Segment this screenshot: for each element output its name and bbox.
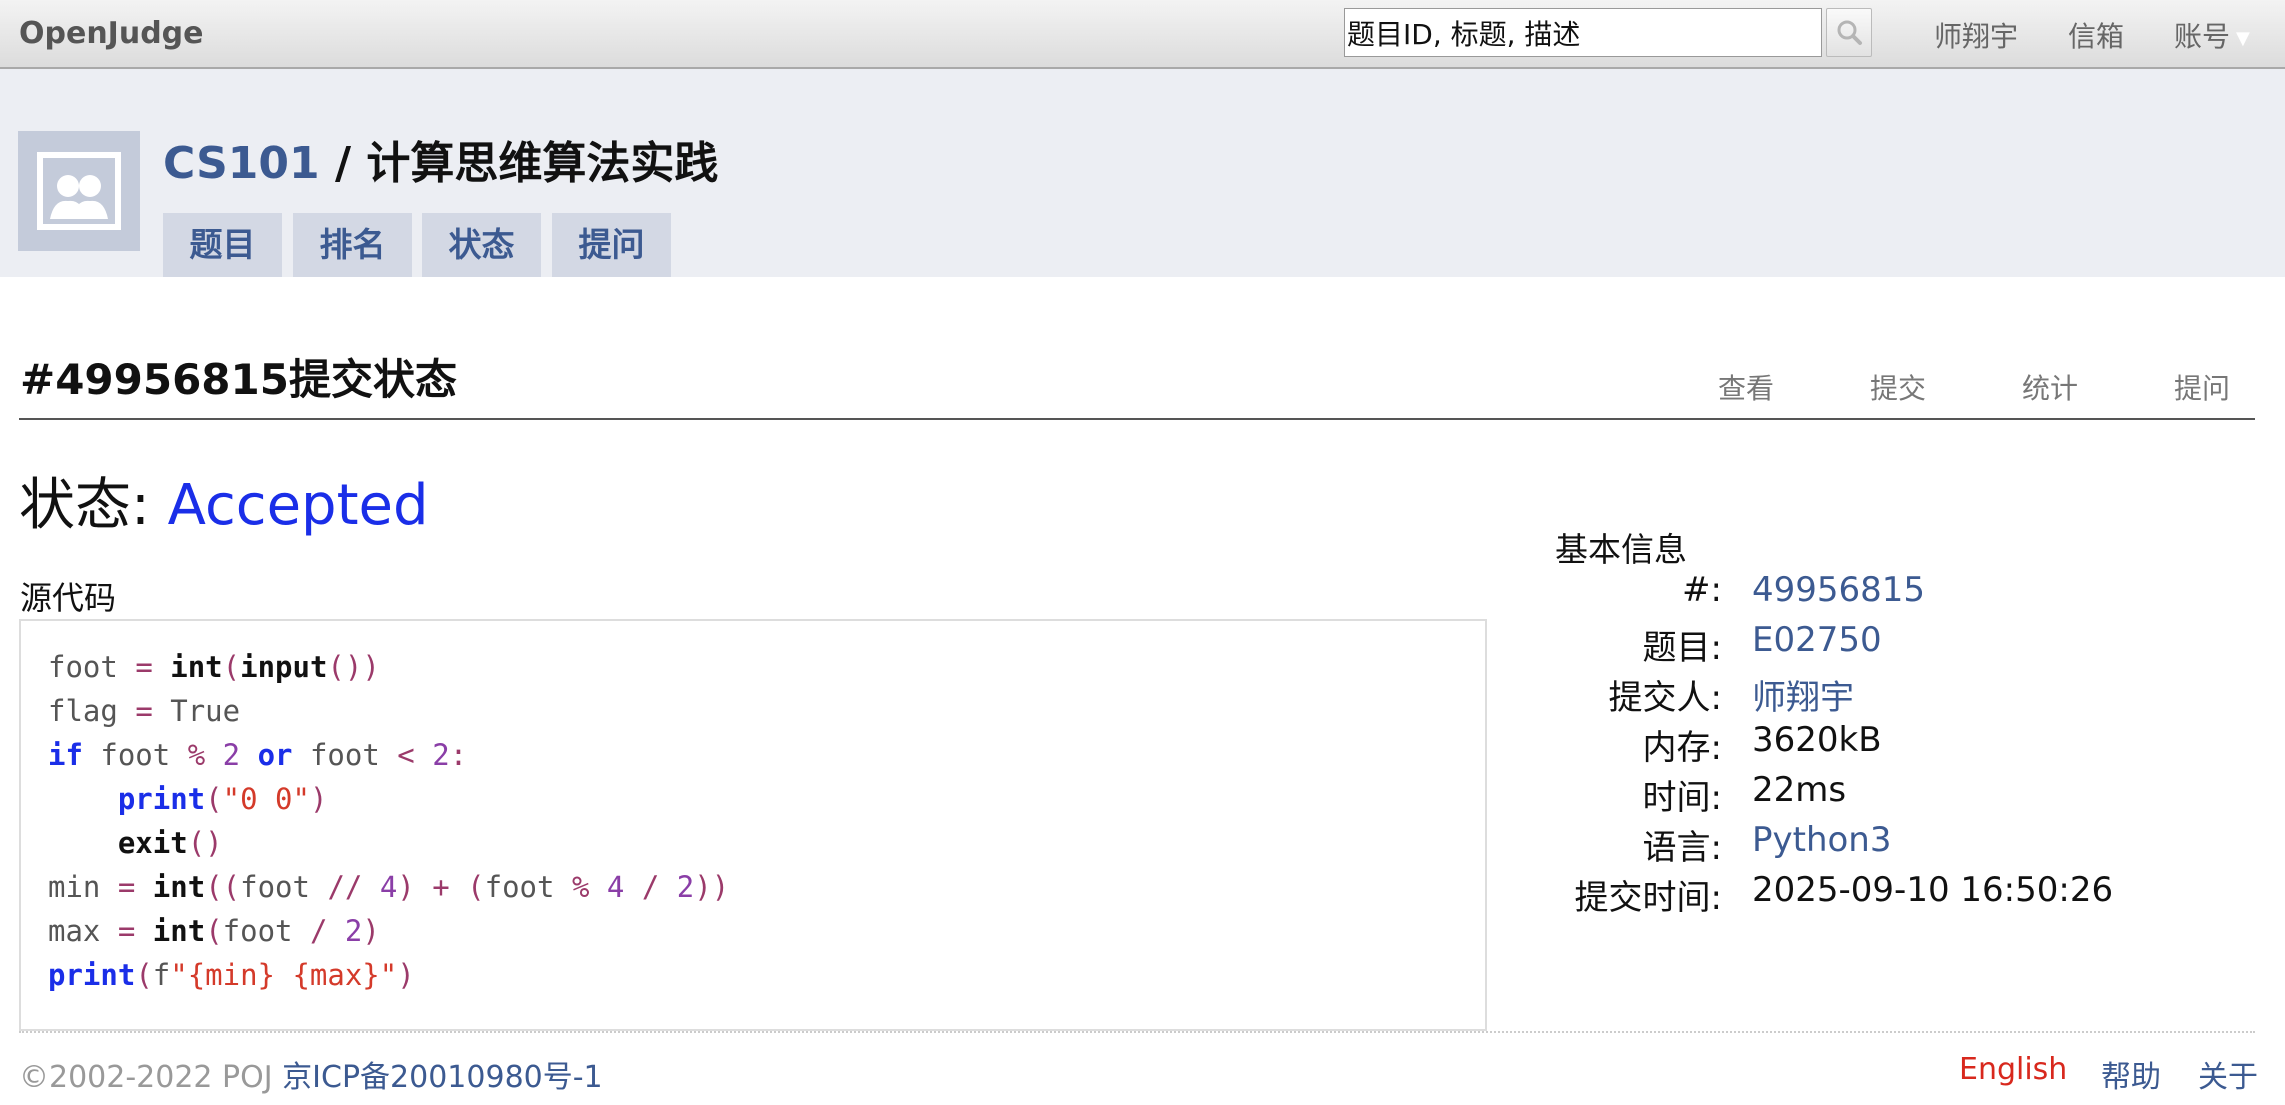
chevron-down-icon: ▼ [2236, 27, 2250, 49]
code-line: if foot % 2 or foot < 2: [48, 738, 468, 772]
code-line: exit() [117, 826, 223, 860]
code-line: max = int(foot / 2) [48, 914, 380, 948]
sublink-stats[interactable]: 统计 [2022, 367, 2078, 407]
account-label: 账号 [2174, 20, 2231, 53]
top-bar: OpenJudge 师翔宇 信箱 账号▼ [0, 0, 2285, 69]
tab-ranking[interactable]: 排名 [293, 213, 412, 277]
info-title: 基本信息 [1555, 530, 1687, 569]
mailbox-link[interactable]: 信箱 [2068, 15, 2124, 55]
source-code-label: 源代码 [20, 579, 117, 617]
course-name: 计算思维算法实践 [366, 138, 719, 189]
footer-about-link[interactable]: 关于 [2198, 1052, 2258, 1096]
page-title: #49956815提交状态 [20, 355, 457, 404]
code-line: foot = int(input()) [48, 650, 380, 684]
info-label-problem: 题目: [1642, 628, 1722, 668]
tab-status[interactable]: 状态 [422, 213, 541, 277]
course-code[interactable]: CS101 [163, 138, 320, 189]
status-value: Accepted [167, 473, 429, 538]
source-code-block: foot = int(input()) flag = True if foot % … [19, 619, 1487, 1031]
code-line: min = int((foot // 4) + (foot % 4 / 2)) [48, 870, 730, 904]
tab-questions[interactable]: 提问 [552, 213, 671, 277]
tab-problems[interactable]: 题目 [163, 213, 282, 277]
sublink-submit[interactable]: 提交 [1870, 367, 1926, 407]
course-avatar [18, 131, 140, 251]
footer-divider [19, 1031, 2255, 1033]
code-line: print(f"{min} {max}") [48, 958, 415, 992]
search-icon [1837, 20, 1862, 45]
info-value-language[interactable]: Python3 [1752, 820, 1892, 870]
info-value-memory: 3620kB [1752, 720, 1882, 760]
info-value-problem[interactable]: E02750 [1752, 620, 1882, 670]
copyright: ©2002-2022 POJ 京ICP备20010980号-1 [19, 1052, 603, 1096]
code-line: flag = True [48, 694, 241, 728]
info-value-submit-time: 2025-09-10 16:50:26 [1752, 870, 2114, 910]
info-label-submitter: 提交人: [1608, 678, 1722, 718]
info-label-submission-id: #: [1682, 570, 1722, 610]
code-line: print("0 0") [117, 782, 328, 816]
info-label-language: 语言: [1642, 828, 1722, 868]
search-button[interactable] [1826, 8, 1872, 57]
search-input[interactable] [1344, 8, 1822, 57]
info-label-time: 时间: [1642, 778, 1722, 818]
course-header: CS101 / 计算思维算法实践 题目 排名 状态 提问 [0, 69, 2285, 277]
icp-link[interactable]: 京ICP备20010980号-1 [282, 1060, 603, 1095]
source-code: foot = int(input()) flag = True if foot % … [48, 645, 729, 997]
footer-english-link[interactable]: English [1959, 1052, 2067, 1087]
info-value-submitter[interactable]: 师翔宇 [1752, 670, 1854, 720]
status-label: 状态: [19, 473, 168, 538]
submission-status: 状态: Accepted [19, 460, 429, 541]
footer-help-link[interactable]: 帮助 [2101, 1052, 2161, 1096]
sublink-questions[interactable]: 提问 [2174, 367, 2230, 407]
course-separator: / [319, 138, 367, 189]
account-menu[interactable]: 账号 ▼ [2174, 15, 2250, 55]
title-divider [19, 418, 2255, 420]
info-value-submission-id[interactable]: 49956815 [1752, 570, 1925, 620]
group-icon [37, 152, 121, 230]
info-label-submit-time: 提交时间: [1574, 878, 1722, 918]
copyright-text: ©2002-2022 POJ [19, 1060, 283, 1095]
user-link[interactable]: 师翔宇 [1934, 15, 2018, 55]
site-logo[interactable]: OpenJudge [19, 16, 204, 51]
info-label-memory: 内存: [1642, 728, 1722, 768]
sublink-view[interactable]: 查看 [1718, 367, 1774, 407]
course-title: CS101 / 计算思维算法实践 [163, 127, 718, 191]
info-value-time: 22ms [1752, 770, 1847, 810]
